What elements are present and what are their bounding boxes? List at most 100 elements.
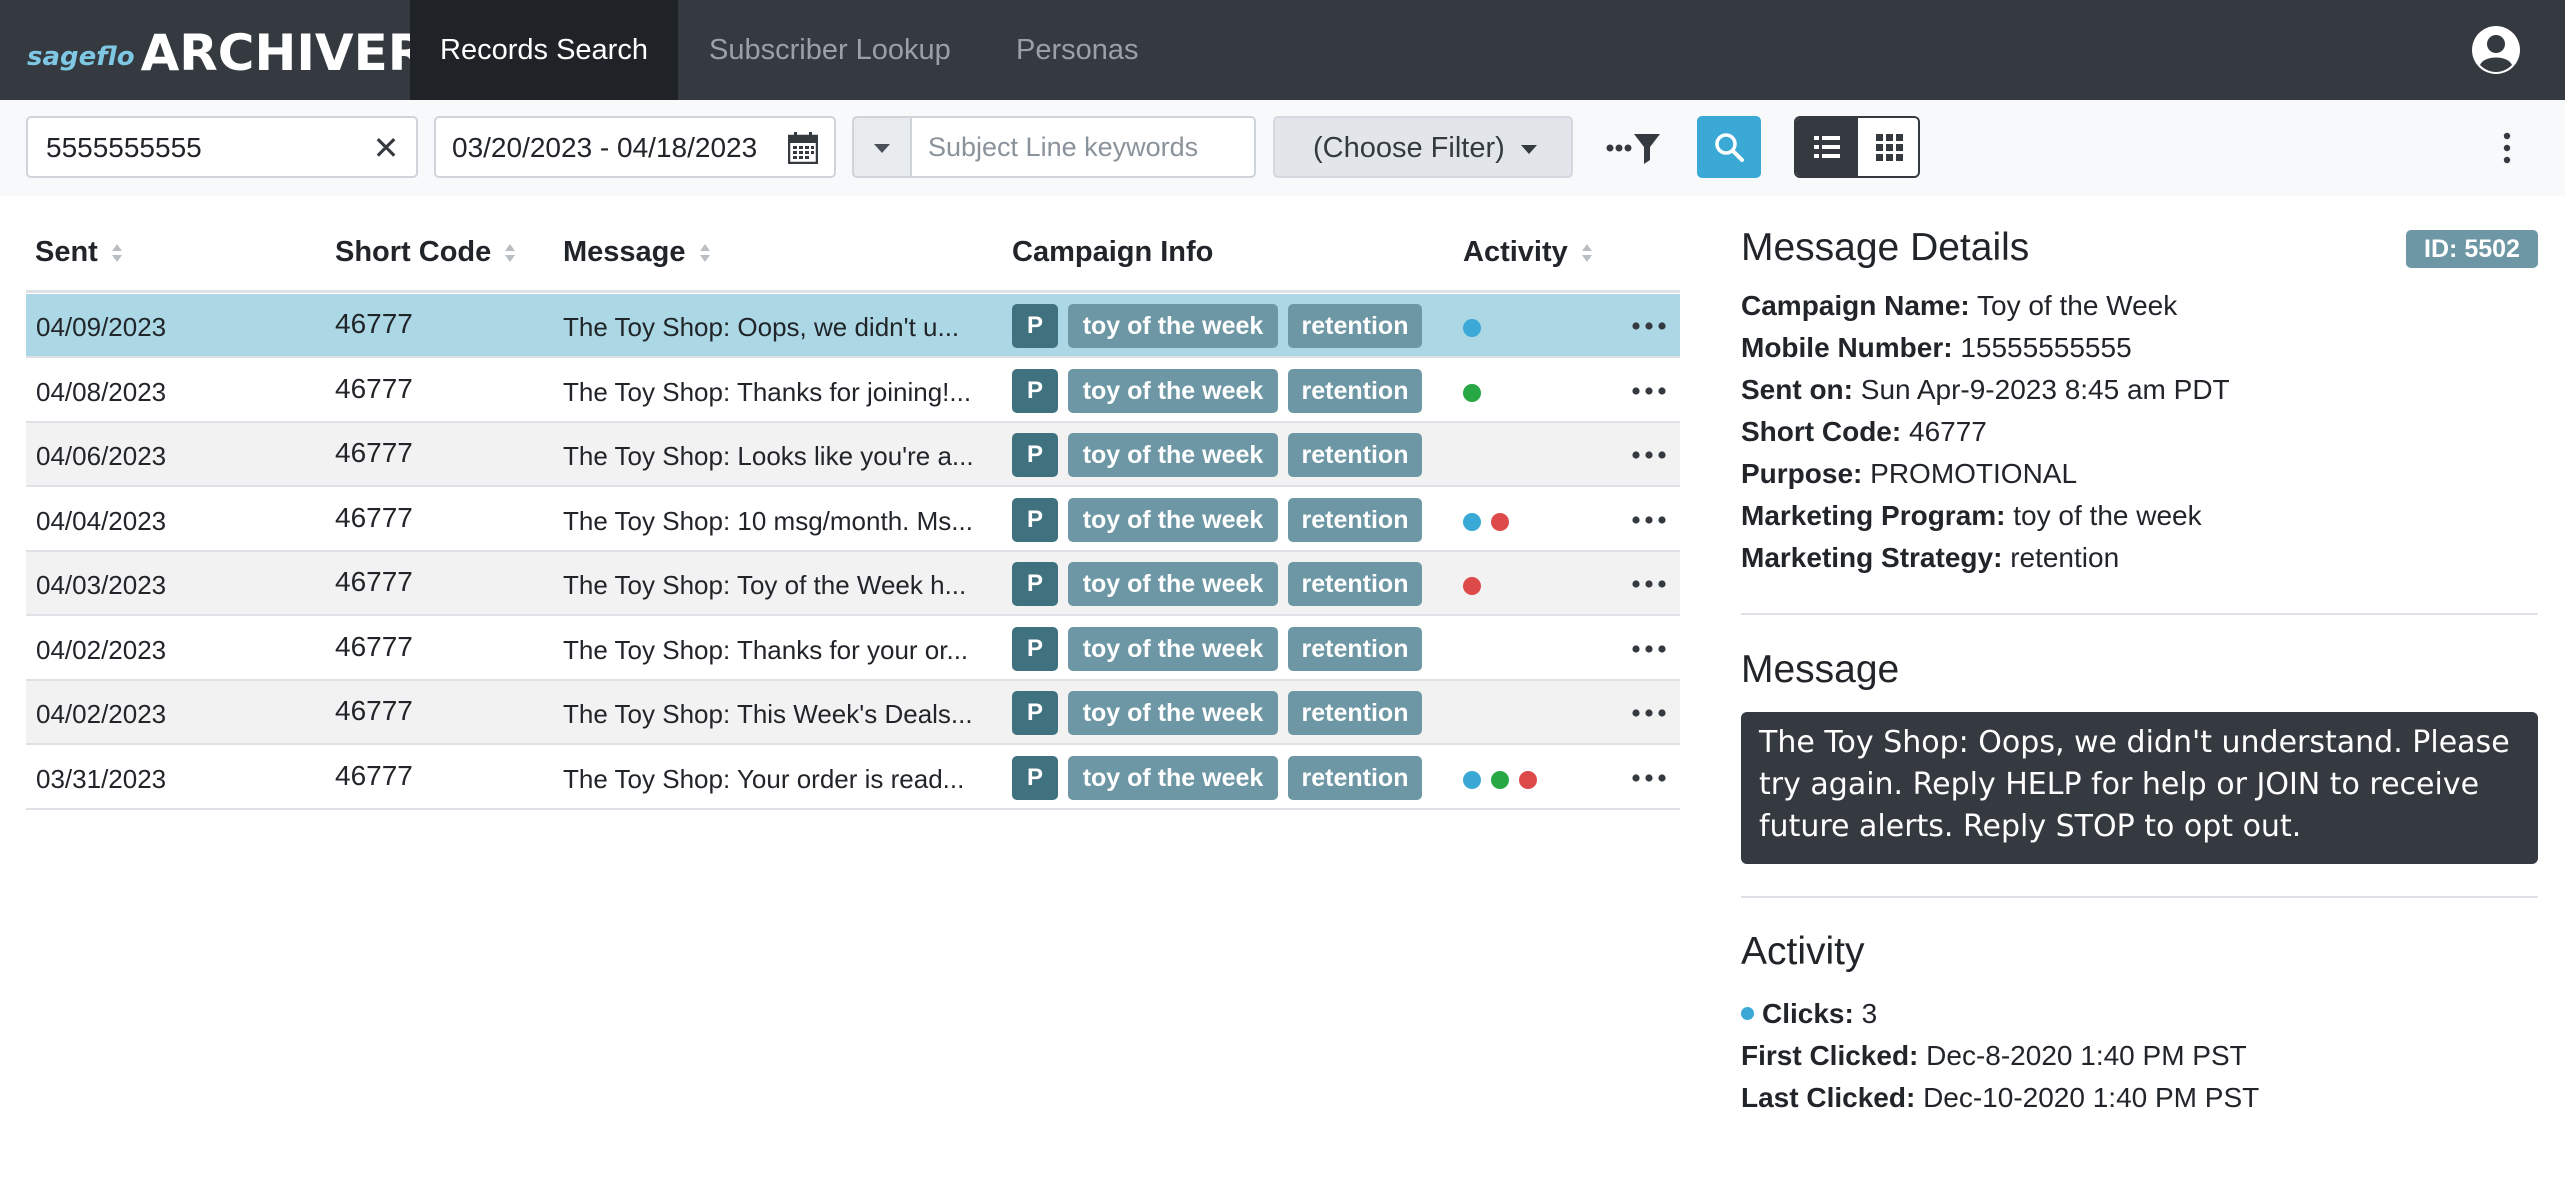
sort-icon[interactable] [1580, 241, 1594, 265]
purpose-badge: P [1012, 304, 1058, 348]
cell-short-code: 46777 [335, 502, 413, 533]
detail-mobile-number: Mobile Number: 15555555555 [1741, 332, 2132, 364]
column-header-short-code[interactable]: Short Code [335, 236, 517, 269]
row-actions-icon[interactable] [1632, 516, 1666, 524]
detail-label: Campaign Name: [1741, 290, 1970, 321]
subject-keywords-input[interactable] [910, 116, 1256, 178]
activity-click-dot [1463, 771, 1481, 789]
detail-value: Dec-8-2020 1:40 PM PST [1926, 1040, 2247, 1071]
choose-filter-label: (Choose Filter) [1313, 132, 1505, 164]
column-header-campaign-info-label: Campaign Info [1012, 236, 1214, 268]
row-actions-icon[interactable] [1632, 709, 1666, 717]
detail-value: 3 [1861, 998, 1878, 1029]
detail-label: Short Code: [1741, 416, 1902, 447]
message-id-badge: ID: 5502 [2406, 230, 2538, 268]
grid-icon [1876, 134, 1903, 161]
row-actions-icon[interactable] [1632, 451, 1666, 459]
search-button[interactable] [1697, 116, 1761, 178]
cell-sent-date: 03/31/2023 [36, 764, 167, 794]
chevron-down-icon [1521, 145, 1537, 154]
click-dot-icon [1741, 1007, 1754, 1021]
detail-value: Toy of the Week [1977, 290, 2178, 321]
cell-message-preview: The Toy Shop: 10 msg/month. Ms... [563, 506, 973, 536]
detail-label: Marketing Strategy: [1741, 542, 2003, 573]
detail-value: retention [2010, 542, 2120, 573]
detail-purpose: Purpose: PROMOTIONAL [1741, 458, 2077, 490]
column-header-activity-label: Activity [1463, 236, 1568, 268]
grid-view-button[interactable] [1858, 118, 1918, 176]
detail-sent-on: Sent on: Sun Apr-9-2023 8:45 am PDT [1741, 374, 2230, 406]
activity-optout-dot [1491, 513, 1509, 531]
strategy-badge: retention [1288, 304, 1422, 348]
sort-icon[interactable] [503, 241, 517, 265]
phone-search-value[interactable]: 5555555555 [46, 132, 202, 164]
table-row[interactable]: 03/31/2023 46777 The Toy Shop: Your order … [26, 746, 1680, 810]
row-actions-icon[interactable] [1632, 387, 1666, 395]
subject-field-dropdown[interactable] [852, 116, 910, 178]
clear-icon[interactable]: ✕ [370, 132, 402, 164]
detail-marketing-program: Marketing Program: toy of the week [1741, 500, 2202, 532]
detail-label: Mobile Number: [1741, 332, 1953, 363]
more-filters-icon[interactable] [1604, 122, 1664, 170]
program-badge: toy of the week [1068, 627, 1278, 671]
table-row[interactable]: 04/06/2023 46777 The Toy Shop: Looks like … [26, 423, 1680, 487]
cell-message-preview: The Toy Shop: Looks like you're a... [563, 441, 974, 471]
date-range-value[interactable]: 03/20/2023 - 04/18/2023 [452, 132, 757, 164]
section-divider [1741, 896, 2538, 898]
date-range-input[interactable]: 03/20/2023 - 04/18/2023 [434, 116, 836, 178]
cell-short-code: 46777 [335, 566, 413, 597]
cell-sent-date: 04/08/2023 [36, 377, 167, 407]
sort-icon[interactable] [110, 241, 124, 265]
detail-value: 15555555555 [1960, 332, 2132, 363]
tab-subscriber-lookup[interactable]: Subscriber Lookup [709, 0, 951, 100]
phone-search-input[interactable]: 5555555555 ✕ [26, 116, 418, 178]
column-header-activity[interactable]: Activity [1463, 236, 1594, 269]
purpose-badge: P [1012, 369, 1058, 413]
table-row[interactable]: 04/02/2023 46777 The Toy Shop: Thanks for … [26, 617, 1680, 681]
tab-records-search[interactable]: Records Search [410, 0, 678, 100]
message-body: The Toy Shop: Oops, we didn't understand… [1741, 712, 2538, 864]
detail-short-code: Short Code: 46777 [1741, 416, 1987, 448]
activity-click-dot [1463, 319, 1481, 337]
cell-sent-date: 04/09/2023 [36, 312, 167, 342]
table-row[interactable]: 04/02/2023 46777 The Toy Shop: This Week's… [26, 681, 1680, 745]
row-actions-icon[interactable] [1632, 645, 1666, 653]
detail-label: Sent on: [1741, 374, 1853, 405]
row-actions-icon[interactable] [1632, 322, 1666, 330]
view-toggle-group [1794, 116, 1920, 178]
row-actions-icon[interactable] [1632, 580, 1666, 588]
more-options-icon[interactable] [2500, 128, 2514, 168]
detail-label: Last Clicked: [1741, 1082, 1916, 1113]
program-badge: toy of the week [1068, 756, 1278, 800]
cell-message-preview: The Toy Shop: Your order is read... [563, 764, 965, 794]
column-header-sent[interactable]: Sent [35, 236, 124, 269]
strategy-badge: retention [1288, 691, 1422, 735]
table-row[interactable]: 04/08/2023 46777 The Toy Shop: Thanks for … [26, 359, 1680, 423]
cell-sent-date: 04/04/2023 [36, 506, 167, 536]
purpose-badge: P [1012, 691, 1058, 735]
column-header-sent-label: Sent [35, 236, 98, 268]
calendar-icon[interactable] [788, 132, 818, 164]
brand-logo[interactable]: sageflo ARCHIVER [27, 14, 426, 86]
cell-short-code: 46777 [335, 373, 413, 404]
message-details-title: Message Details [1741, 226, 2030, 269]
tab-personas[interactable]: Personas [1016, 0, 1139, 100]
cell-message-preview: The Toy Shop: Toy of the Week h... [563, 570, 967, 600]
activity-reply-dot [1463, 384, 1481, 402]
table-row[interactable]: 04/04/2023 46777 The Toy Shop: 10 msg/mont… [26, 488, 1680, 552]
table-row[interactable]: 04/03/2023 46777 The Toy Shop: Toy of the … [26, 552, 1680, 616]
cell-short-code: 46777 [335, 308, 413, 339]
detail-first-clicked: First Clicked: Dec-8-2020 1:40 PM PST [1741, 1040, 2247, 1072]
cell-message-preview: The Toy Shop: Oops, we didn't u... [563, 312, 960, 342]
user-account-icon[interactable] [2470, 24, 2522, 76]
program-badge: toy of the week [1068, 369, 1278, 413]
search-toolbar: 5555555555 ✕ 03/20/2023 - 04/18/2023 (Ch… [0, 100, 2565, 196]
purpose-badge: P [1012, 498, 1058, 542]
table-row[interactable]: 04/09/2023 46777 The Toy Shop: Oops, we di… [26, 294, 1680, 358]
row-actions-icon[interactable] [1632, 774, 1666, 782]
column-header-message[interactable]: Message [563, 236, 712, 269]
cell-short-code: 46777 [335, 437, 413, 468]
choose-filter-dropdown[interactable]: (Choose Filter) [1273, 116, 1573, 178]
sort-icon[interactable] [698, 241, 712, 265]
list-view-button[interactable] [1796, 118, 1858, 176]
